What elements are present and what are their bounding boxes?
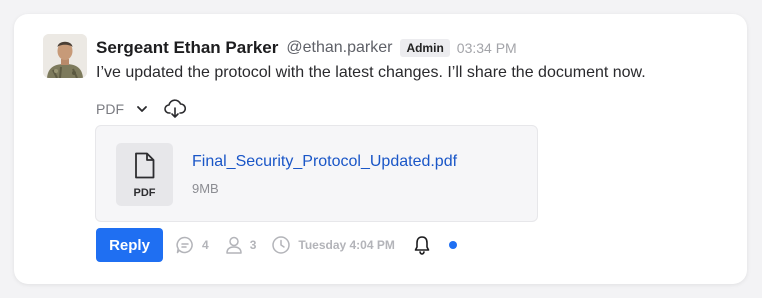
author-name[interactable]: Sergeant Ethan Parker — [96, 38, 278, 58]
message-card: Sergeant Ethan Parker @ethan.parker Admi… — [14, 14, 747, 284]
unread-indicator — [448, 241, 457, 249]
bell-icon[interactable] — [413, 235, 431, 255]
file-icon — [135, 152, 155, 179]
message-actions: Reply 4 3 Tuesday 4:04 PM — [96, 228, 457, 262]
author-handle[interactable]: @ethan.parker — [286, 39, 392, 57]
participants-count-value: 3 — [249, 238, 257, 252]
chevron-down-icon[interactable] — [134, 101, 150, 117]
message-header: Sergeant Ethan Parker @ethan.parker Admi… — [96, 36, 517, 60]
message-text: I’ve updated the protocol with the lates… — [96, 64, 646, 81]
participants-count[interactable]: 3 — [225, 235, 257, 255]
replies-count[interactable]: 4 — [175, 235, 209, 255]
file-extension-label: PDF — [133, 187, 156, 199]
comment-icon — [176, 236, 193, 254]
avatar[interactable] — [43, 34, 87, 78]
file-name-link[interactable]: Final_Security_Protocol_Updated.pdf — [192, 153, 457, 171]
role-badge: Admin — [400, 39, 450, 57]
soldier-avatar-icon — [43, 34, 87, 78]
file-attachment-card[interactable]: PDF Final_Security_Protocol_Updated.pdf … — [95, 125, 538, 222]
attachment-type-label: PDF — [96, 101, 124, 117]
replies-count-value: 4 — [202, 238, 209, 252]
clock-icon — [272, 236, 291, 254]
last-reply-time: Tuesday 4:04 PM — [271, 235, 395, 255]
attachment-toolbar: PDF — [96, 98, 186, 120]
file-thumbnail: PDF — [116, 143, 173, 206]
message-timestamp: 03:34 PM — [456, 40, 517, 56]
reply-button[interactable]: Reply — [96, 228, 163, 262]
cloud-download-icon[interactable] — [164, 99, 186, 119]
last-reply-time-value: Tuesday 4:04 PM — [298, 238, 395, 252]
user-icon — [225, 236, 242, 254]
file-size: 9MB — [192, 181, 219, 196]
